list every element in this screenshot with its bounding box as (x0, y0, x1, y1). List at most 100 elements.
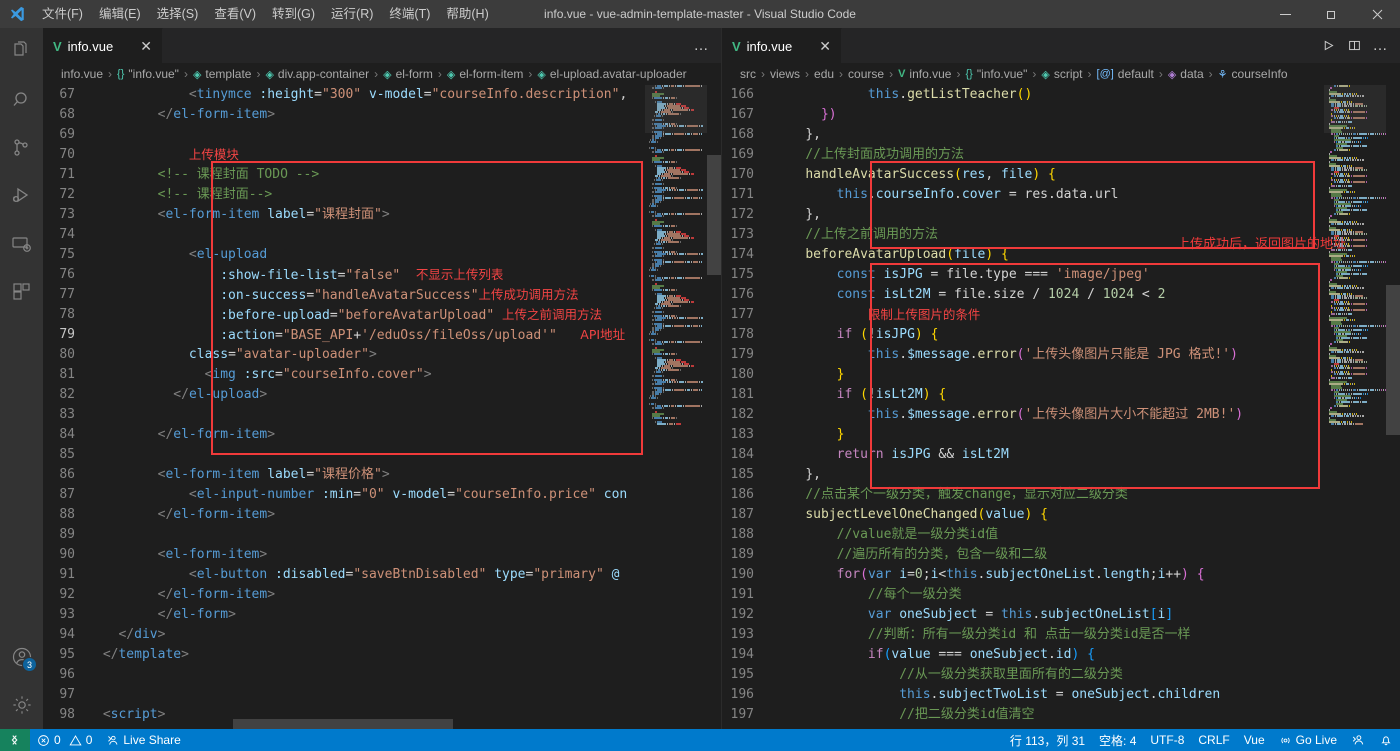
breadcrumb-item[interactable]: ◈ script (1041, 67, 1082, 81)
code-line[interactable]: 74 (43, 225, 721, 245)
breadcrumb-right[interactable]: src › views › edu › course › Vinfo.vue ›… (722, 63, 1400, 85)
code-line[interactable]: 95 </template> (43, 645, 721, 665)
code-line[interactable]: 75 <el-upload (43, 245, 721, 265)
breadcrumb-item[interactable]: ◈ div.app-container (265, 67, 369, 81)
code-lines-left[interactable]: 67 <tinymce :height="300" v-model="cours… (43, 85, 721, 729)
menu-item-run[interactable]: 运行(R) (323, 0, 381, 28)
files-icon[interactable] (0, 28, 43, 76)
code-line[interactable]: 94 </div> (43, 625, 721, 645)
code-line[interactable]: 182 this.$message.error('上传头像图片大小不能超过 2M… (722, 405, 1400, 425)
code-line[interactable]: 81 <img :src="courseInfo.cover"> (43, 365, 721, 385)
maximize-button[interactable] (1308, 0, 1354, 28)
code-line[interactable]: 167 }) (722, 105, 1400, 125)
code-line[interactable]: 178 if (!isJPG) { (722, 325, 1400, 345)
menu-item-selection[interactable]: 选择(S) (149, 0, 207, 28)
code-line[interactable]: 87 <el-input-number :min="0" v-model="co… (43, 485, 721, 505)
menu-item-go[interactable]: 转到(G) (264, 0, 323, 28)
menu-item-file[interactable]: 文件(F) (34, 0, 91, 28)
horizontal-scrollbar-left[interactable] (43, 719, 721, 729)
minimap-left[interactable] (645, 85, 707, 729)
menu-item-view[interactable]: 查看(V) (206, 0, 264, 28)
code-line[interactable]: 84 </el-form-item> (43, 425, 721, 445)
breadcrumb-item[interactable]: ◈ el-upload.avatar-uploader (537, 67, 686, 81)
go-live-button[interactable]: Go Live (1272, 729, 1344, 751)
code-line[interactable]: 185 }, (722, 465, 1400, 485)
code-line[interactable]: 166 this.getListTeacher() (722, 85, 1400, 105)
code-line[interactable]: 93 </el-form> (43, 605, 721, 625)
breadcrumb-item[interactable]: Vinfo.vue (898, 67, 951, 81)
code-line[interactable]: 195 //从一级分类获取里面所有的二级分类 (722, 665, 1400, 685)
remote-explorer-icon[interactable] (0, 220, 43, 268)
breadcrumb-item[interactable]: ◈ data (1168, 67, 1204, 81)
code-line[interactable]: 170 handleAvatarSuccess(res, file) { (722, 165, 1400, 185)
window-controls[interactable] (1262, 0, 1400, 28)
code-line[interactable]: 192 var oneSubject = this.subjectOneList… (722, 605, 1400, 625)
indentation-status[interactable]: 空格: 4 (1092, 729, 1143, 751)
scrollbar-thumb[interactable] (1386, 285, 1400, 435)
code-line[interactable]: 193 //判断：所有一级分类id 和 点击一级分类id是否一样 (722, 625, 1400, 645)
code-lines-right[interactable]: 166 this.getListTeacher() 167 }) 168 }, 169… (722, 85, 1400, 729)
code-line[interactable]: 86 <el-form-item label="课程价格"> (43, 465, 721, 485)
menu-item-help[interactable]: 帮助(H) (438, 0, 496, 28)
close-button[interactable] (1354, 0, 1400, 28)
code-line[interactable]: 71 <!-- 课程封面 TODO --> (43, 165, 721, 185)
code-line[interactable]: 77 :on-success="handleAvatarSuccess"上传成功… (43, 285, 721, 305)
code-line[interactable]: 171 this.courseInfo.cover = res.data.url (722, 185, 1400, 205)
code-line[interactable]: 78 :before-upload="beforeAvatarUpload" 上… (43, 305, 721, 325)
code-line[interactable]: 80 class="avatar-uploader"> (43, 345, 721, 365)
breadcrumb-item[interactable]: {} "info.vue" (965, 67, 1027, 81)
code-line[interactable]: 181 if (!isLt2M) { (722, 385, 1400, 405)
code-line[interactable]: 169 //上传封面成功调用的方法 (722, 145, 1400, 165)
minimap-slider[interactable] (1324, 85, 1386, 133)
problems-status[interactable]: 0 0 (30, 729, 99, 751)
code-line[interactable]: 76 :show-file-list="false" 不显示上传列表 (43, 265, 721, 285)
breadcrumb-item[interactable]: views (770, 67, 800, 81)
code-line[interactable]: 96 (43, 665, 721, 685)
scrollbar-thumb[interactable] (707, 155, 721, 275)
code-line[interactable]: 177 限制上传图片的条件 (722, 305, 1400, 325)
extensions-icon[interactable] (0, 268, 43, 316)
code-line[interactable]: 180 } (722, 365, 1400, 385)
code-line[interactable]: 91 <el-button :disabled="saveBtnDisabled… (43, 565, 721, 585)
accounts-icon[interactable]: 3 (0, 633, 43, 681)
breadcrumb-item[interactable]: course (848, 67, 884, 81)
code-line[interactable]: 88 </el-form-item> (43, 505, 721, 525)
code-editor-left[interactable]: 67 <tinymce :height="300" v-model="cours… (43, 85, 721, 729)
more-actions-icon[interactable]: … (689, 28, 713, 63)
scrollbar-thumb[interactable] (233, 719, 453, 729)
code-line[interactable]: 67 <tinymce :height="300" v-model="cours… (43, 85, 721, 105)
breadcrumb-item[interactable]: src (740, 67, 756, 81)
code-line[interactable]: 187 subjectLevelOneChanged(value) { (722, 505, 1400, 525)
code-line[interactable]: 79 :action="BASE_API+'/eduOss/fileOss/up… (43, 325, 721, 345)
eol-status[interactable]: CRLF (1191, 729, 1236, 751)
code-line[interactable]: 73 <el-form-item label="课程封面"> (43, 205, 721, 225)
code-line[interactable]: 72 <!-- 课程封面--> (43, 185, 721, 205)
close-icon[interactable]: ✕ (130, 39, 152, 53)
run-and-debug-icon[interactable] (0, 172, 43, 220)
menu-item-edit[interactable]: 编辑(E) (91, 0, 149, 28)
code-line[interactable]: 179 this.$message.error('上传头像图片只能是 JPG 格… (722, 345, 1400, 365)
code-line[interactable]: 70 上传模块 (43, 145, 721, 165)
source-control-icon[interactable] (0, 124, 43, 172)
code-editor-right[interactable]: 166 this.getListTeacher() 167 }) 168 }, 169… (722, 85, 1400, 729)
code-line[interactable]: 176 const isLt2M = file.size / 1024 / 10… (722, 285, 1400, 305)
cursor-position[interactable]: 行 113，列 31 (1003, 729, 1092, 751)
notifications-bell-icon[interactable] (1372, 729, 1400, 751)
menu-item-terminal[interactable]: 终端(T) (381, 0, 438, 28)
code-line[interactable]: 92 </el-form-item> (43, 585, 721, 605)
split-editor-icon[interactable] (1342, 28, 1366, 63)
code-line[interactable]: 83 (43, 405, 721, 425)
breadcrumb-item[interactable]: ◈ el-form-item (447, 67, 523, 81)
code-line[interactable]: 68 </el-form-item> (43, 105, 721, 125)
breadcrumb-item[interactable]: ◈ template (193, 67, 252, 81)
code-line[interactable]: 184 return isJPG && isLt2M (722, 445, 1400, 465)
encoding-status[interactable]: UTF-8 (1143, 729, 1191, 751)
code-line[interactable]: 183 } (722, 425, 1400, 445)
code-line[interactable]: 85 (43, 445, 721, 465)
code-line[interactable]: 69 (43, 125, 721, 145)
breadcrumb-item[interactable]: edu (814, 67, 834, 81)
menu-bar[interactable]: 文件(F) 编辑(E) 选择(S) 查看(V) 转到(G) 运行(R) 终端(T… (34, 0, 497, 28)
minimap-right[interactable] (1324, 85, 1386, 729)
live-share-button[interactable]: Live Share (99, 729, 187, 751)
more-actions-icon[interactable]: … (1368, 28, 1392, 63)
